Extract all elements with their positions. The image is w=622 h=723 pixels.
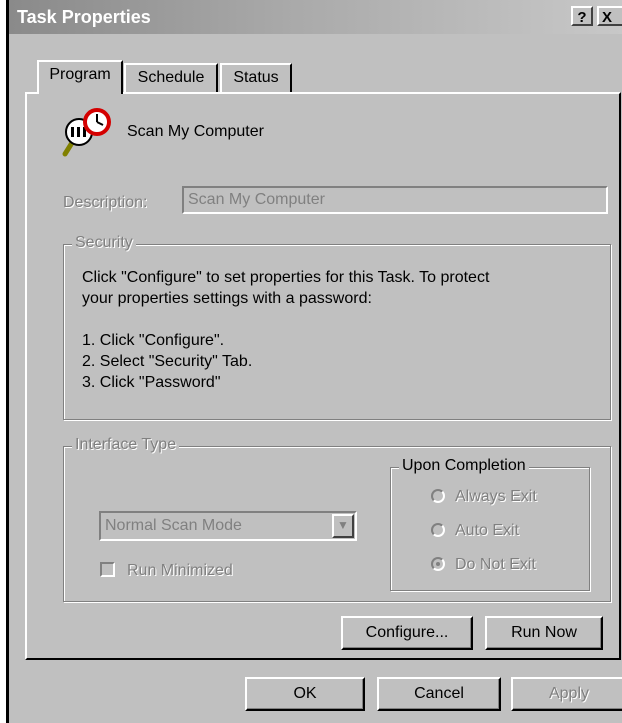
task-properties-dialog: Task Properties ? X Program Schedule Sta…	[6, 0, 622, 723]
upon-completion-legend: Upon Completion	[399, 457, 529, 475]
interface-type-group: Interface Type Normal Scan Mode ▼ Run Mi…	[63, 436, 611, 602]
security-intro-line: your properties settings with a password…	[82, 290, 372, 307]
security-step: 1. Click "Configure".	[82, 332, 225, 349]
security-group: Security Click "Configure" to set proper…	[63, 234, 611, 420]
radio-button[interactable]	[431, 557, 445, 571]
radio-button[interactable]	[431, 523, 445, 537]
description-field[interactable]: Scan My Computer	[182, 186, 608, 214]
upon-completion-group: Upon Completion Always Exit Auto Exit Do…	[390, 457, 590, 591]
radio-label: Auto Exit	[455, 522, 520, 539]
close-button[interactable]: X	[597, 6, 622, 26]
help-button[interactable]: ?	[571, 6, 593, 26]
checkbox-box[interactable]	[100, 562, 115, 577]
security-step: 2. Select "Security" Tab.	[82, 353, 253, 370]
security-legend: Security	[72, 234, 136, 252]
scan-mode-select[interactable]: Normal Scan Mode ▼	[99, 511, 357, 541]
ok-button[interactable]: OK	[245, 677, 365, 711]
run-minimized-label: Run Minimized	[127, 562, 233, 579]
radio-always-exit[interactable]: Always Exit	[431, 488, 537, 506]
tab-status[interactable]: Status	[220, 63, 292, 93]
radio-label: Always Exit	[455, 488, 537, 505]
tab-program[interactable]: Program	[37, 60, 123, 94]
window-title: Task Properties	[17, 7, 151, 27]
tab-schedule[interactable]: Schedule	[124, 63, 218, 93]
title-bar[interactable]: Task Properties ? X	[9, 0, 622, 34]
apply-button[interactable]: Apply	[511, 677, 622, 711]
cancel-button[interactable]: Cancel	[377, 677, 501, 711]
radio-label: Do Not Exit	[455, 556, 536, 573]
interface-type-legend: Interface Type	[72, 436, 180, 454]
scan-mode-value: Normal Scan Mode	[105, 517, 242, 534]
program-tab-panel: Scan My Computer Description: Scan My Co…	[25, 92, 621, 660]
radio-auto-exit[interactable]: Auto Exit	[431, 522, 519, 540]
radio-do-not-exit[interactable]: Do Not Exit	[431, 556, 536, 574]
description-label: Description:	[63, 194, 148, 211]
configure-button[interactable]: Configure...	[341, 616, 473, 650]
chevron-down-icon[interactable]: ▼	[332, 514, 354, 538]
security-instructions: Click "Configure" to set properties for …	[82, 267, 489, 393]
run-minimized-checkbox[interactable]: Run Minimized	[100, 562, 233, 580]
app-name: Scan My Computer	[127, 123, 264, 140]
radio-button[interactable]	[431, 489, 445, 503]
run-now-button[interactable]: Run Now	[485, 616, 603, 650]
security-intro-line: Click "Configure" to set properties for …	[82, 269, 490, 286]
security-step: 3. Click "Password"	[82, 374, 221, 391]
magnifier-clock-icon	[62, 108, 111, 157]
